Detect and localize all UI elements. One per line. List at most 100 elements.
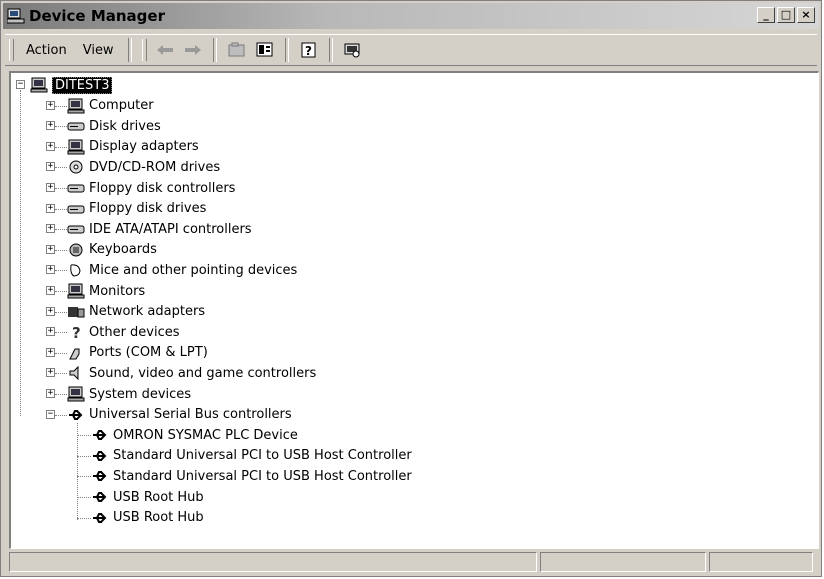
tree-category-label: System devices [89,386,192,402]
tree-category-ide-controller[interactable]: IDE ATA/ATAPI controllers [67,219,252,239]
close-button[interactable]: × [797,7,815,23]
tree-connector [20,90,21,416]
tree-connector [55,394,67,395]
expand-toggle-system-device[interactable]: + [46,389,55,398]
mouse-icon [70,264,81,277]
tree-connector [55,291,67,292]
tree-category-cdrom[interactable]: DVD/CD-ROM drives [67,157,220,177]
expand-toggle-floppy-controller[interactable]: + [46,183,55,192]
usb-device-item[interactable]: USB Root Hub [91,487,204,507]
expand-toggle-keyboard[interactable]: + [46,244,55,254]
help-icon[interactable]: ? [297,39,321,61]
tree-category-port[interactable]: Ports (COM & LPT) [67,343,208,363]
tree-connector [77,422,78,520]
tree-category-computer[interactable]: Computer [67,96,154,116]
expand-toggle-usb[interactable]: − [46,409,55,419]
device-manager-icon [7,8,25,24]
title-bar[interactable]: Device Manager _ □ × [3,3,819,29]
tree-category-floppy-drive[interactable]: Floppy disk drives [67,199,206,219]
expand-toggle-computer[interactable]: + [46,100,55,110]
svg-text:?: ? [305,44,312,58]
expand-toggle-port[interactable]: + [46,347,55,357]
usb-device-label: USB Root Hub [113,510,204,526]
menu-toolbar: Action View ? [5,34,817,66]
tree-connector [55,311,67,313]
tree-connector [77,476,91,478]
expand-toggle-monitor[interactable]: + [46,286,55,295]
expand-toggle-disk-drive[interactable]: + [46,121,55,131]
scan-hardware-icon[interactable] [341,39,365,61]
display-adapter-icon [67,139,85,155]
tree-connector [55,188,67,189]
tree-connector [55,105,67,107]
expand-toggle-cdrom[interactable]: + [46,162,55,172]
expand-toggle-floppy-drive[interactable]: + [46,203,55,213]
usb-device-icon [93,471,107,482]
toolbar-separator-4 [328,38,333,62]
menu-action[interactable]: Action [18,43,75,58]
status-pane-main [9,552,537,572]
tree-connector [55,373,67,375]
tree-connector [55,414,67,416]
menu-view[interactable]: View [75,43,122,58]
tree-category-unknown-device[interactable]: ? Other devices [67,322,180,342]
expand-toggle-unknown-device[interactable]: + [46,327,55,337]
tree-category-mouse[interactable]: Mice and other pointing devices [67,260,297,280]
tree-connector [77,517,91,519]
tree-root[interactable]: DITEST3 [30,75,113,95]
computer-icon [67,98,85,114]
up-folder-icon[interactable] [225,39,249,61]
minimize-button[interactable]: _ [757,7,775,23]
tree-category-monitor[interactable]: Monitors [67,281,145,301]
disk-drive-icon [67,122,85,131]
expand-toggle-ide-controller[interactable]: + [46,224,55,234]
expand-toggle-display-adapter[interactable]: + [46,141,55,151]
tree-category-label: Other devices [89,324,180,340]
toolbar-grip-2[interactable] [141,39,147,61]
usb-device-item[interactable]: USB Root Hub [91,508,204,528]
tree-category-label: DVD/CD-ROM drives [89,159,221,175]
back-icon[interactable] [153,39,177,61]
tree-category-network-adapter[interactable]: Network adapters [67,302,205,322]
tree-category-floppy-controller[interactable]: Floppy disk controllers [67,178,235,198]
expand-toggle-sound[interactable]: + [46,368,55,378]
forward-icon[interactable] [181,39,205,61]
tree-category-label: Disk drives [89,118,161,134]
tree-connector [55,352,67,354]
tree-connector [55,208,67,210]
svg-text:?: ? [72,324,81,340]
tree-category-label: Universal Serial Bus controllers [89,407,292,423]
tree-category-usb[interactable]: Universal Serial Bus controllers [67,405,292,425]
tree-category-label: IDE ATA/ATAPI controllers [89,221,252,237]
tree-category-keyboard[interactable]: Keyboards [67,240,157,260]
usb-device-item[interactable]: Standard Universal PCI to USB Host Contr… [91,466,412,486]
tree-category-system-device[interactable]: System devices [67,384,191,404]
device-manager-window: Device Manager _ □ × Action View ? − DIT… [0,0,822,577]
device-tree[interactable]: − DITEST3 + Computer + Disk drives + Display ad… [9,71,819,549]
expand-toggle-network-adapter[interactable]: + [46,306,55,316]
properties-view-icon[interactable] [253,39,277,61]
maximize-button[interactable]: □ [777,7,795,23]
toolbar-separator-2 [212,38,217,62]
computer-icon [30,77,48,93]
usb-icon [69,409,83,420]
tree-category-label: Network adapters [89,304,206,320]
status-pane-2 [540,552,706,572]
expand-toggle-mouse[interactable]: + [46,265,55,275]
toolbar-separator-3 [284,38,289,62]
toolbar-grip[interactable] [9,39,14,61]
tree-root-label: DITEST3 [52,76,113,94]
port-icon [69,348,80,360]
root-collapse-toggle[interactable]: − [16,80,25,89]
tree-category-label: Floppy disk controllers [89,180,236,196]
tree-category-display-adapter[interactable]: Display adapters [67,137,199,157]
tree-category-disk-drive[interactable]: Disk drives [67,116,161,136]
tree-connector [55,270,67,272]
usb-device-icon [93,512,107,523]
tree-connector [55,146,67,148]
usb-device-item[interactable]: OMRON SYSMAC PLC Device [91,425,298,445]
tree-category-label: Monitors [89,283,146,299]
network-adapter-icon [68,306,85,318]
tree-category-sound[interactable]: Sound, video and game controllers [67,363,316,383]
usb-device-item[interactable]: Standard Universal PCI to USB Host Contr… [91,446,412,466]
